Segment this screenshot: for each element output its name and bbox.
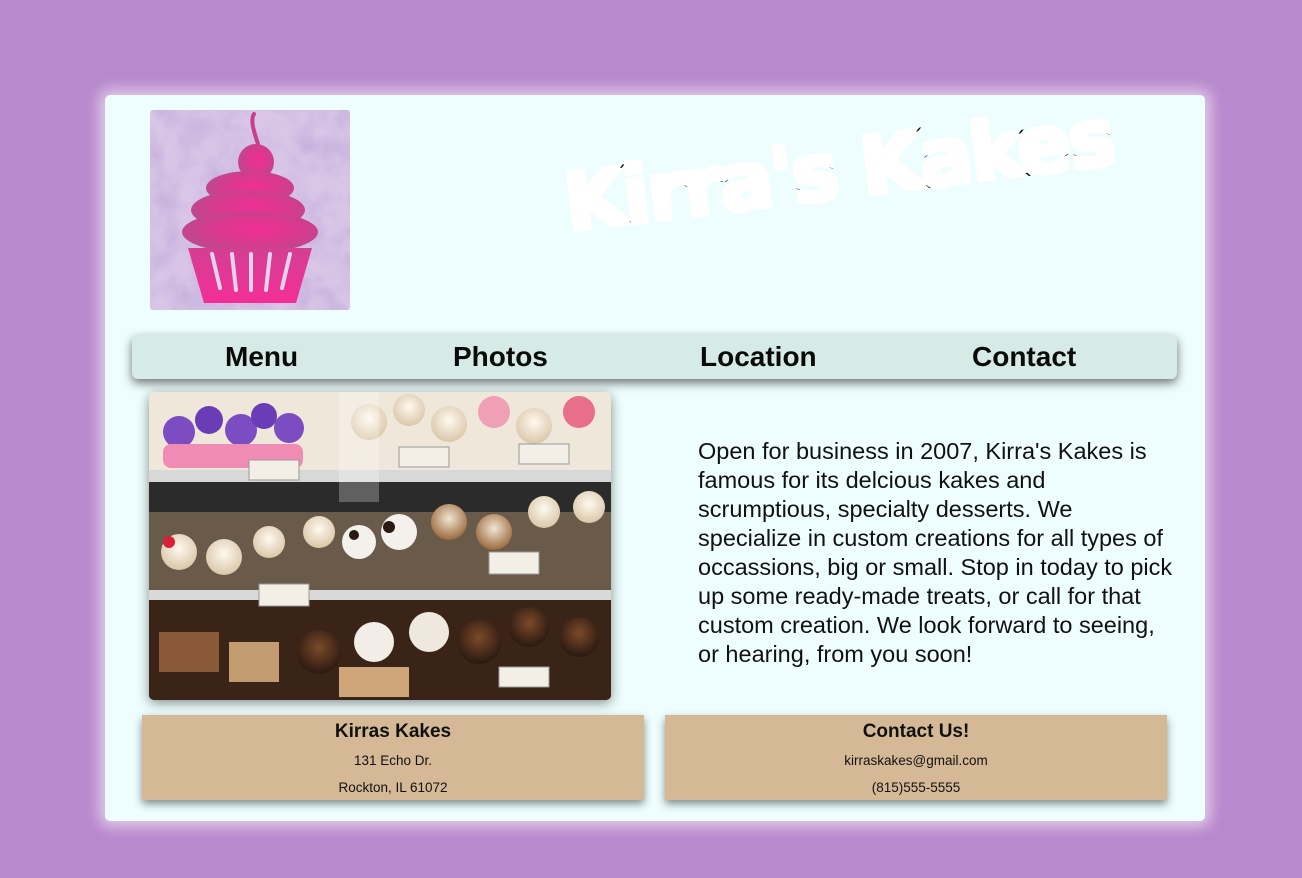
phone-number[interactable]: (815)555-5555 xyxy=(665,774,1167,801)
about-text: Open for business in 2007, Kirra's Kakes… xyxy=(698,437,1173,667)
contact-box: Contact Us! kirraskakes@gmail.com (815)5… xyxy=(665,715,1167,800)
address-box-title: Kirras Kakes xyxy=(334,721,452,742)
site-title-text: Kirra's Kakes xyxy=(557,89,1119,252)
site-title: Kirra's Kakes xyxy=(557,89,1119,252)
nav-item-location[interactable]: Location xyxy=(700,335,817,379)
email-link[interactable]: kirraskakes@gmail.com xyxy=(665,747,1167,774)
address-box: Kirras Kakes 131 Echo Dr. Rockton, IL 61… xyxy=(142,715,644,800)
street-address: 131 Echo Dr. xyxy=(353,753,433,768)
contact-box-title: Contact Us! xyxy=(862,721,970,742)
main-nav: Menu Photos Location Contact xyxy=(132,335,1177,379)
nav-item-photos[interactable]: Photos xyxy=(453,335,548,379)
page-card: Kirra's Kakes Menu Photos Location Conta… xyxy=(105,89,1205,821)
cupcake-logo-icon[interactable] xyxy=(150,110,350,310)
nav-item-contact[interactable]: Contact xyxy=(972,335,1076,379)
bakery-display-photo xyxy=(149,392,611,700)
city-address: Rockton, IL 61072 xyxy=(338,780,448,795)
nav-item-menu[interactable]: Menu xyxy=(225,335,298,379)
